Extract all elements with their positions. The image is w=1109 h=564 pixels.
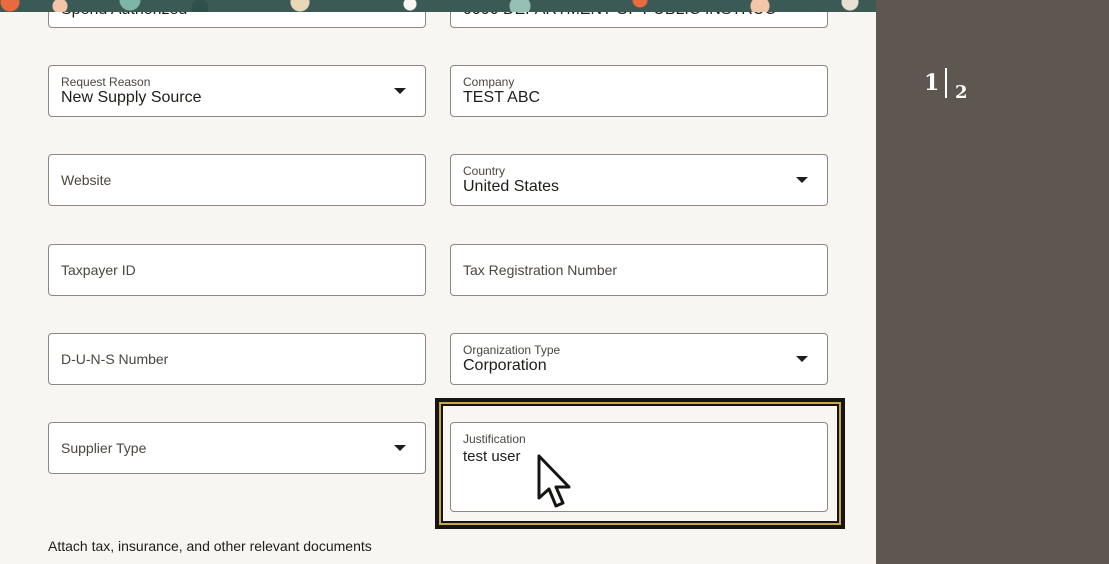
current-step: 1 <box>924 70 940 96</box>
taxpayer-id-label: Taxpayer ID <box>61 262 136 278</box>
supplier-type-label: Supplier Type <box>61 440 147 456</box>
request-reason-value: New Supply Source <box>61 89 202 106</box>
step-divider <box>945 68 947 98</box>
chevron-down-icon[interactable] <box>796 356 808 362</box>
step-indicator: 1 2 <box>924 68 984 108</box>
decorative-banner <box>0 0 876 12</box>
duns-number-field[interactable]: D-U-N-S Number <box>48 333 426 385</box>
chevron-down-icon[interactable] <box>394 88 406 94</box>
tax-registration-number-label: Tax Registration Number <box>463 262 618 278</box>
supplier-type-select[interactable]: Supplier Type <box>48 422 426 474</box>
company-label: Company <box>463 75 515 89</box>
request-reason-label: Request Reason <box>61 75 151 89</box>
company-field[interactable]: Company TEST ABC <box>450 65 828 117</box>
attach-documents-instructions: Attach tax, insurance, and other relevan… <box>48 538 372 554</box>
organization-type-select[interactable]: Organization Type Corporation <box>450 333 828 385</box>
country-value: United States <box>463 178 560 195</box>
organization-type-value: Corporation <box>463 357 547 374</box>
justification-textarea[interactable]: Justification test user <box>450 422 828 512</box>
duns-number-label: D-U-N-S Number <box>61 351 169 367</box>
tax-registration-number-field[interactable]: Tax Registration Number <box>450 244 828 296</box>
website-label: Website <box>61 172 112 188</box>
chevron-down-icon[interactable] <box>394 445 406 451</box>
justification-value: test user <box>463 448 521 465</box>
mouse-pointer-icon <box>537 454 571 508</box>
company-value: TEST ABC <box>463 89 541 106</box>
website-field[interactable]: Website <box>48 154 426 206</box>
taxpayer-id-field[interactable]: Taxpayer ID <box>48 244 426 296</box>
chevron-down-icon[interactable] <box>796 177 808 183</box>
request-reason-select[interactable]: Request Reason New Supply Source <box>48 65 426 117</box>
organization-type-label: Organization Type <box>463 343 561 357</box>
side-panel <box>876 0 1109 564</box>
country-label: Country <box>463 164 506 178</box>
country-select[interactable]: Country United States <box>450 154 828 206</box>
total-steps: 2 <box>955 82 968 103</box>
justification-label: Justification <box>463 432 526 446</box>
